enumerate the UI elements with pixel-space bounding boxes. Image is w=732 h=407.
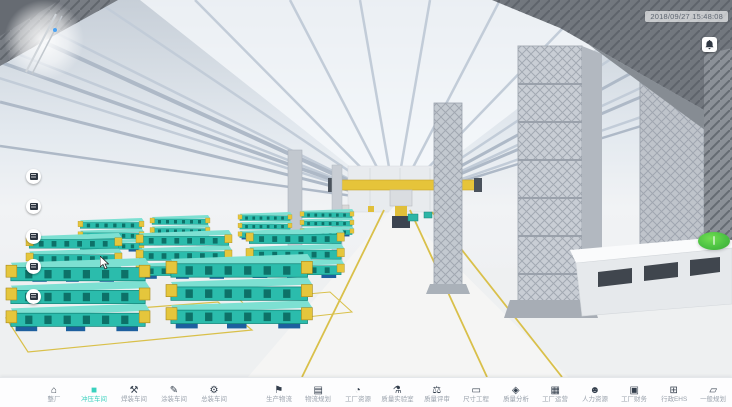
toolbar-item-quality-lab[interactable]: ⚗ 质量实验室 (378, 378, 418, 407)
assembly-gear-icon: ⚙ (210, 385, 219, 396)
toolbar-item-painting-workshop[interactable]: ✎ 涂装车间 (154, 378, 194, 407)
resource-gauge-icon: ◔ (355, 385, 361, 396)
toolbar-item-quality-analysis[interactable]: ◈ 质量分析 (496, 378, 536, 407)
data-panel-button-4[interactable] (26, 259, 41, 274)
paint-spray-icon: ✎ (170, 385, 178, 396)
toolbar-item-welding-workshop[interactable]: ⚒ 焊装车间 (114, 378, 154, 407)
ehs-grid-icon: ⊞ (670, 385, 678, 396)
bell-icon (705, 40, 714, 50)
factory-operations-icon: ▦ (551, 385, 560, 396)
data-panel-icon (30, 173, 38, 180)
panel-button-stack (26, 169, 41, 304)
data-panel-button-3[interactable] (26, 229, 41, 244)
workshop-nav-group: ⌂ 整厂 ■ 冲压车间 ⚒ 焊装车间 ✎ 涂装车间 ⚙ 总装车间 (34, 378, 234, 407)
bottom-toolbar: ⌂ 整厂 ■ 冲压车间 ⚒ 焊装车间 ✎ 涂装车间 ⚙ 总装车间 ⚑ (0, 377, 732, 407)
data-panel-button-5[interactable] (26, 289, 41, 304)
welding-gun-icon: ⚒ (130, 385, 139, 396)
light-glow (4, 0, 84, 80)
quality-lab-flask-icon: ⚗ (393, 385, 402, 396)
dimension-ruler-icon: ▭ (472, 385, 481, 396)
notification-button[interactable] (702, 37, 717, 52)
finance-briefcase-icon: ▣ (630, 385, 639, 396)
toolbar-item-factory-resources[interactable]: ◔ 工厂资源 (338, 378, 378, 407)
module-nav-group: ⚑ 生产物流 ▤ 物流规划 ◔ 工厂资源 ⚗ 质量实验室 ⚖ 质量评审 ▭ 尺寸… (259, 378, 732, 407)
toolbar-item-whole-plant[interactable]: ⌂ 整厂 (34, 378, 74, 407)
toolbar-item-factory-finance[interactable]: ▣ 工厂财务 (615, 378, 655, 407)
toolbar-item-assembly-workshop[interactable]: ⚙ 总装车间 (194, 378, 234, 407)
clock-timestamp: 2018/09/27 15:48:08 (645, 11, 728, 22)
factory-overview-icon: ⌂ (51, 385, 57, 396)
toolbar-item-general-planning[interactable]: ▱ 一般规划 (694, 378, 732, 407)
logistics-plan-icon: ▤ (314, 385, 323, 396)
3d-viewport[interactable] (0, 0, 732, 377)
data-panel-icon (30, 203, 38, 210)
quality-shield-icon: ◈ (512, 385, 520, 396)
toolbar-item-production-logistics[interactable]: ⚑ 生产物流 (259, 378, 299, 407)
truck-icon: ⚑ (274, 385, 283, 396)
factory-scene (0, 0, 732, 377)
data-panel-icon (30, 233, 38, 240)
toolbar-item-factory-operations[interactable]: ▦ 工厂运营 (536, 378, 576, 407)
stamping-press-icon: ■ (91, 385, 97, 396)
general-plan-icon: ▱ (709, 385, 717, 396)
data-panel-button-1[interactable] (26, 169, 41, 184)
toolbar-item-admin-ehs[interactable]: ⊞ 行政EHS (654, 378, 694, 407)
hr-person-icon: ☻ (589, 385, 600, 396)
data-panel-button-2[interactable] (26, 199, 41, 214)
data-panel-icon (30, 263, 38, 270)
toolbar-item-quality-review[interactable]: ⚖ 质量评审 (417, 378, 457, 407)
toolbar-item-human-resources[interactable]: ☻ 人力资源 (575, 378, 615, 407)
toolbar-item-dimension-engineering[interactable]: ▭ 尺寸工程 (457, 378, 497, 407)
app-window: 2018/09/27 15:48:08 ⌂ 整厂 ■ 冲压车间 (0, 0, 732, 407)
toolbar-item-logistics-planning[interactable]: ▤ 物流规划 (299, 378, 339, 407)
green-status-marker[interactable] (698, 232, 730, 250)
data-panel-icon (30, 293, 38, 300)
quality-review-icon: ⚖ (432, 385, 441, 396)
toolbar-item-stamping-workshop[interactable]: ■ 冲压车间 (74, 378, 114, 407)
